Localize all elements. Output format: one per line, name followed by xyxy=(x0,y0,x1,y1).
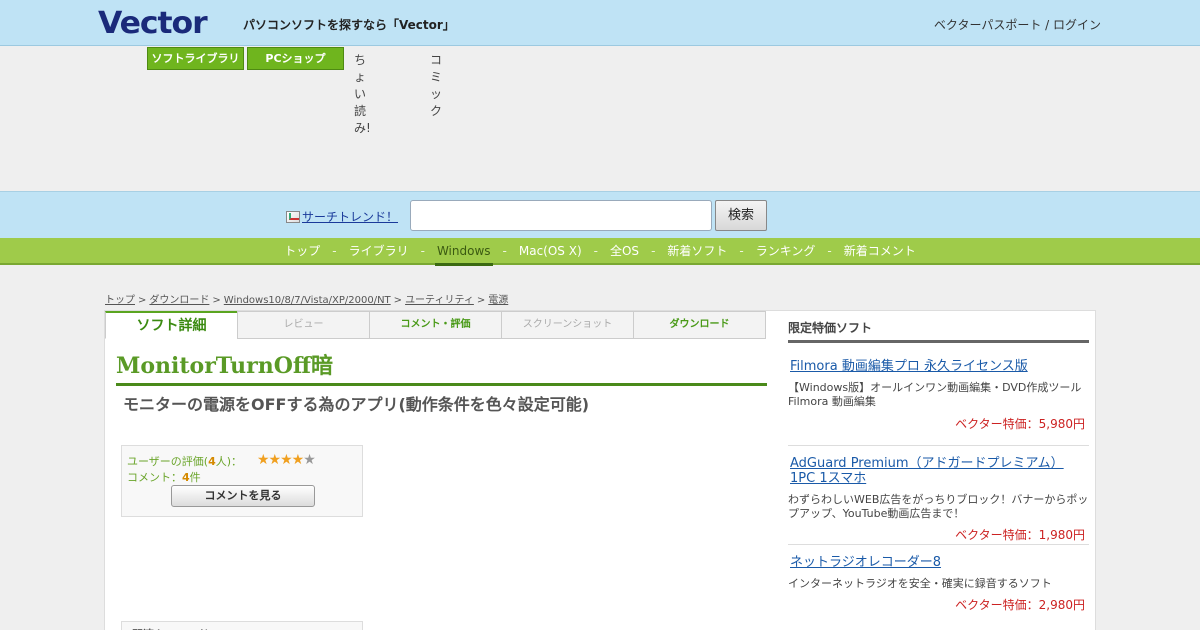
nav-item[interactable]: Mac(OS X) xyxy=(517,238,584,264)
nav-separator: - xyxy=(420,244,425,258)
sidebar-item-link[interactable]: AdGuard Premium（アドガードプレミアム） 1PC 1スマホ xyxy=(788,456,1089,486)
tab-soft-detail[interactable]: ソフト詳細 xyxy=(105,311,238,339)
sidebar-item-price: ベクター特価：1,980円 xyxy=(955,528,1085,542)
breadcrumb-item[interactable]: ユーティリティ xyxy=(405,295,474,306)
search-input[interactable] xyxy=(410,200,712,231)
user-rating-box: ユーザーの評価(4人)： ★★★★★ コメント：4件 コメントを見る xyxy=(121,445,363,517)
search-trend-link[interactable]: サーチトレンド！ xyxy=(286,208,398,225)
view-comments-button[interactable]: コメントを見る xyxy=(171,485,315,507)
breadcrumb-item[interactable]: Windows10/8/7/Vista/XP/2000/NT xyxy=(224,295,391,306)
main-nav: トップ - ライブラリ - Windows - Mac(OS X) - 全OS - 新着ソフト - ラン… xyxy=(0,238,1200,266)
sidebar-item-desc: わずらわしいWEB広告をがっちりブロック！バナーからポップアップ、YouTube… xyxy=(788,493,1089,520)
vector-logo[interactable]: Vector xyxy=(98,8,208,40)
nav-item[interactable]: 全OS xyxy=(608,238,641,264)
search-button[interactable]: 検索 xyxy=(715,200,767,231)
nav-separator: - xyxy=(651,244,656,258)
sidebar-item: AdGuard Premium（アドガードプレミアム） 1PC 1スマホ わずら… xyxy=(788,446,1089,545)
software-title: MonitorTurnOff暗 xyxy=(116,353,333,379)
sidebar-item: ネットラジオレコーダー8 インターネットラジオを安全・確実に録音するソフト ベク… xyxy=(788,545,1089,617)
sidebar-item-desc: 【Windows版】オールインワン動画編集・DVD作成ツール Filmora 動… xyxy=(788,381,1082,408)
chart-icon xyxy=(286,211,300,223)
breadcrumb-separator: > xyxy=(212,295,221,306)
nav-item[interactable]: 新着ソフト xyxy=(665,238,729,264)
software-subtitle: モニターの電源をOFFする為のアプリ(動作条件を色々設定可能) xyxy=(123,395,590,414)
related-keywords: 関連キーワード xyxy=(121,621,363,630)
tab-screenshot[interactable]: スクリーンショット xyxy=(501,311,634,339)
comment-count-label: コメント：4件 xyxy=(127,469,201,485)
nav-separator: - xyxy=(332,244,337,258)
rating-stars: ★★★★★ xyxy=(257,452,316,468)
sidebar-item-desc: インターネットラジオを安全・確実に録音するソフト xyxy=(788,577,1052,590)
title-divider xyxy=(116,383,767,386)
sidebar-item-price: ベクター特価：2,980円 xyxy=(955,598,1085,612)
nav-item[interactable]: 新着コメント xyxy=(842,238,918,264)
star-half-icon: ★ xyxy=(303,452,316,468)
breadcrumb-separator: > xyxy=(393,295,403,306)
header-tagline: パソコンソフトを探すなら「Vector」 xyxy=(243,18,455,32)
nav-item[interactable]: トップ xyxy=(282,238,322,264)
nav-item[interactable]: ランキング xyxy=(754,238,818,264)
breadcrumb-item[interactable]: ダウンロード xyxy=(149,295,209,306)
main-nav-items: トップ - ライブラリ - Windows - Mac(OS X) - 全OS - 新着ソフト - ラン… xyxy=(0,238,1200,266)
sidebar-item-link[interactable]: ネットラジオレコーダー8 xyxy=(788,555,1089,570)
nav-separator: - xyxy=(827,244,832,258)
tab-comment-rating[interactable]: コメント・評価 xyxy=(369,311,502,339)
star-full-icons: ★★★★ xyxy=(257,452,304,468)
rating-count: 4 xyxy=(208,455,216,468)
breadcrumb-separator: > xyxy=(138,295,147,306)
rating-suffix: 人)： xyxy=(215,455,243,468)
passport-login-link[interactable]: ベクターパスポート / ログイン xyxy=(934,16,1101,33)
breadcrumb-separator: > xyxy=(476,295,486,306)
comment-prefix: コメント： xyxy=(127,471,182,484)
rating-prefix: ユーザーの評価( xyxy=(127,455,209,468)
user-rating-label: ユーザーの評価(4人)： xyxy=(127,453,242,469)
link-choi-yomi[interactable]: ちょい読み! xyxy=(354,51,371,136)
comment-count: 4 xyxy=(182,471,190,484)
tab-soft-library[interactable]: ソフトライブラリ xyxy=(147,47,244,70)
sidebar-item: Filmora 動画編集プロ 永久ライセンス版 【Windows版】オールインワ… xyxy=(788,343,1089,446)
sidebar: 限定特価ソフト Filmora 動画編集プロ 永久ライセンス版 【Windows… xyxy=(788,319,1089,617)
search-bar: サーチトレンド！ 検索 xyxy=(0,191,1200,238)
nav-separator: - xyxy=(739,244,744,258)
site-header: Vector パソコンソフトを探すなら「Vector」 ベクターパスポート / … xyxy=(0,0,1200,46)
comment-suffix: 件 xyxy=(189,471,201,484)
detail-tabs: ソフト詳細 レビュー コメント・評価 スクリーンショット ダウンロード xyxy=(105,311,766,339)
link-comic[interactable]: コミック xyxy=(430,51,442,119)
nav-item[interactable]: Windows xyxy=(434,238,493,266)
nav-item[interactable]: ライブラリ xyxy=(347,238,411,264)
tab-review[interactable]: レビュー xyxy=(237,311,370,339)
breadcrumb-item[interactable]: トップ xyxy=(105,295,135,306)
nav-separator: - xyxy=(593,244,598,258)
nav-separator: - xyxy=(502,244,507,258)
sidebar-item-link[interactable]: Filmora 動画編集プロ 永久ライセンス版 xyxy=(788,359,1089,374)
tab-download[interactable]: ダウンロード xyxy=(633,311,766,339)
main-panel: ソフト詳細 レビュー コメント・評価 スクリーンショット ダウンロード Moni… xyxy=(104,310,1096,630)
sidebar-heading: 限定特価ソフト xyxy=(788,319,1089,343)
breadcrumb-item[interactable]: 電源 xyxy=(488,295,508,306)
breadcrumb: トップ > ダウンロード > Windows10/8/7/Vista/XP/2000/N… xyxy=(105,291,508,306)
search-trend-label: サーチトレンド！ xyxy=(302,210,399,224)
tab-pc-shop[interactable]: PCショップ xyxy=(247,47,344,70)
sidebar-item-price: ベクター特価：5,980円 xyxy=(955,417,1085,431)
